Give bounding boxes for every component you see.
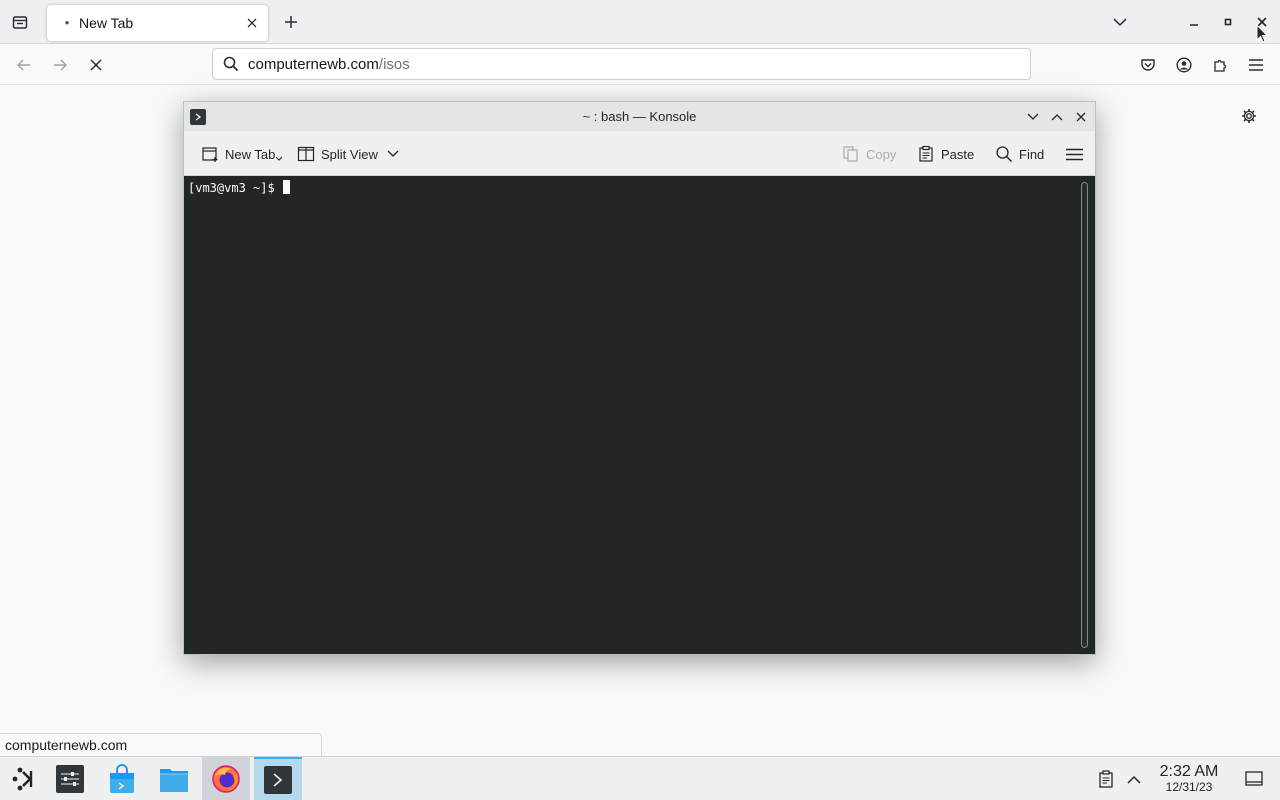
search-icon — [996, 146, 1013, 163]
browser-tab-bar: • New Tab — [0, 0, 1280, 44]
browser-nav-bar: computernewb.com/isos — [0, 44, 1280, 85]
terminal-scrollbar[interactable] — [1081, 182, 1088, 648]
konsole-taskbar-icon[interactable] — [254, 757, 302, 800]
shell-prompt: [vm3@vm3 ~]$ — [188, 181, 282, 195]
konsole-maximize-button[interactable] — [1046, 106, 1068, 128]
forward-button[interactable] — [45, 50, 75, 80]
maximize-icon — [1224, 18, 1232, 26]
puzzle-icon — [1214, 59, 1227, 72]
firefox-taskbar-icon[interactable] — [202, 757, 250, 800]
new-tab-button[interactable] — [278, 8, 304, 36]
settings-app-icon — [56, 765, 84, 793]
show-desktop-button[interactable] — [1244, 769, 1264, 789]
tab-title: New Tab — [79, 15, 134, 31]
application-launcher-button[interactable] — [0, 757, 48, 800]
tab-loading-icon: • — [64, 15, 70, 30]
chevron-down-icon — [1027, 113, 1039, 120]
address-bar[interactable]: computernewb.com/isos — [212, 48, 1031, 80]
stop-icon — [90, 59, 102, 71]
stop-button[interactable] — [81, 50, 111, 80]
back-button[interactable] — [9, 50, 39, 80]
desktop-icon — [1245, 771, 1263, 786]
plus-icon — [285, 16, 297, 28]
arrow-right-icon — [54, 59, 67, 71]
konsole-hamburger-menu-button[interactable] — [1060, 140, 1088, 168]
dropdown-arrow-icon — [276, 156, 283, 161]
search-icon — [221, 54, 241, 74]
app-menu-button[interactable] — [1241, 50, 1271, 80]
discover-bag-icon — [110, 764, 134, 793]
split-view-label: Split View — [321, 146, 378, 162]
dolphin-taskbar-icon[interactable] — [150, 757, 198, 800]
terminal-area[interactable]: [vm3@vm3 ~]$ — [184, 176, 1095, 654]
hamburger-icon — [1065, 148, 1083, 160]
clock-time[interactable]: 2:32 AM — [1150, 763, 1228, 781]
konsole-icon — [264, 766, 292, 794]
new-tab-label: New Tab — [225, 146, 276, 162]
chevron-up-icon — [1127, 775, 1141, 784]
konsole-window[interactable]: ~ : bash — Konsole New Tab Split View Co… — [183, 101, 1096, 655]
konsole-new-tab-button[interactable]: New Tab — [201, 140, 288, 168]
clipboard-icon — [1099, 770, 1113, 788]
mouse-cursor-icon — [1256, 24, 1268, 43]
url-host: computernewb.com — [248, 55, 379, 73]
chevron-down-icon — [1113, 18, 1127, 27]
discover-taskbar-icon[interactable] — [98, 757, 146, 800]
split-view-button[interactable]: Split View — [297, 140, 399, 168]
chevron-down-icon — [387, 150, 399, 157]
system-settings-taskbar-icon[interactable] — [46, 757, 94, 800]
status-url-panel: computernewb.com — [0, 733, 322, 756]
url-text: computernewb.com/isos — [248, 56, 410, 73]
chevron-up-icon — [1051, 114, 1063, 121]
list-all-tabs-button[interactable] — [1106, 8, 1134, 36]
new-tab-icon — [202, 147, 218, 162]
tab-new-tab[interactable]: • New Tab — [47, 5, 268, 41]
firefox-view-button[interactable] — [6, 8, 34, 36]
account-button[interactable] — [1169, 50, 1199, 80]
firefox-icon — [212, 765, 240, 793]
gear-icon — [1242, 109, 1256, 123]
pocket-button[interactable] — [1133, 50, 1163, 80]
url-path: /isos — [378, 55, 410, 73]
close-icon — [1076, 112, 1086, 122]
extensions-button[interactable] — [1205, 50, 1235, 80]
show-hidden-icons-button[interactable] — [1124, 769, 1144, 789]
hamburger-icon — [1249, 59, 1263, 71]
customize-new-tab-button[interactable] — [1237, 104, 1261, 128]
konsole-window-title: ~ : bash — Konsole — [582, 109, 697, 124]
split-view-icon — [297, 146, 315, 162]
close-icon — [247, 18, 257, 28]
arrow-left-icon — [17, 59, 30, 71]
browser-maximize-button[interactable] — [1214, 8, 1242, 36]
taskbar — [0, 756, 1280, 800]
text-cursor — [282, 180, 290, 194]
find-button[interactable]: Find — [995, 140, 1044, 168]
copy-label: Copy — [866, 146, 897, 162]
browser-minimize-button[interactable] — [1180, 8, 1208, 36]
terminal-line: [vm3@vm3 ~]$ — [188, 180, 290, 196]
konsole-toolbar: New Tab Split View Copy Paste Find — [184, 131, 1095, 176]
paste-label: Paste — [941, 146, 975, 162]
launcher-icon — [12, 767, 33, 791]
pocket-icon — [1141, 59, 1155, 71]
minimize-icon — [1190, 24, 1198, 26]
copy-icon — [843, 146, 858, 162]
konsole-close-button[interactable] — [1070, 106, 1092, 128]
paste-icon — [919, 145, 933, 162]
clock-date[interactable]: 12/31/23 — [1150, 780, 1228, 794]
tab-close-button[interactable] — [240, 11, 264, 35]
paste-button[interactable]: Paste — [917, 140, 974, 168]
folder-icon — [160, 769, 188, 792]
account-icon — [1176, 57, 1192, 73]
clipboard-tray-icon[interactable] — [1096, 769, 1116, 789]
copy-button[interactable]: Copy — [842, 140, 896, 168]
find-label: Find — [1019, 146, 1045, 162]
konsole-titlebar[interactable]: ~ : bash — Konsole — [184, 102, 1095, 131]
konsole-minimize-button[interactable] — [1022, 106, 1044, 128]
firefox-view-icon — [12, 16, 28, 29]
